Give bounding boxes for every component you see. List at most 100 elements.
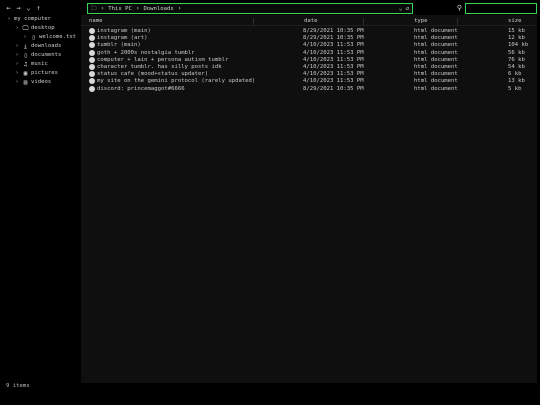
sidebar-item-label: music bbox=[31, 61, 48, 67]
file-date: 4/10/2023 11:53 PM bbox=[303, 71, 364, 78]
html-file-icon bbox=[89, 64, 95, 70]
column-divider[interactable] bbox=[253, 18, 254, 25]
chevron-right-icon[interactable]: › bbox=[14, 42, 20, 51]
html-file-icon bbox=[89, 28, 95, 34]
table-row[interactable]: instagram (main) 8/29/2021 10:35 PM html d… bbox=[81, 28, 537, 35]
sidebar-item-welcome-txt[interactable]: › ▯ welcome.txt bbox=[22, 33, 76, 42]
file-icon: ▯ bbox=[31, 34, 36, 41]
table-row[interactable]: character tumblr. has silly posts idk 4/1… bbox=[81, 64, 537, 71]
sidebar-item-label: downloads bbox=[31, 43, 62, 49]
file-type: html document bbox=[414, 85, 458, 92]
table-row[interactable]: status cafe (mood+status updater) 4/10/20… bbox=[81, 71, 537, 78]
file-date: 4/10/2023 11:53 PM bbox=[303, 56, 364, 63]
search-input[interactable] bbox=[465, 3, 537, 14]
sidebar-item-label: my computer bbox=[14, 16, 52, 22]
table-row[interactable]: computer + lain + persona autism tumblr 4… bbox=[81, 56, 537, 64]
file-name: instagram (art) bbox=[97, 35, 148, 42]
file-size: 76 kb bbox=[508, 56, 525, 63]
table-row[interactable]: instagram (art) 8/29/2021 10:35 PM html do… bbox=[81, 35, 537, 42]
file-type: html document bbox=[414, 49, 458, 56]
table-row[interactable]: discord: princemaggot#6666 8/29/2021 10:3… bbox=[81, 85, 537, 93]
document-icon: ▯ bbox=[23, 52, 28, 59]
file-size: 6 kb bbox=[508, 71, 522, 78]
chevron-right-icon: › bbox=[177, 5, 182, 12]
file-name: status cafe (mood+status updater) bbox=[97, 71, 209, 78]
column-header-name[interactable]: name bbox=[87, 17, 102, 26]
sidebar-item-videos[interactable]: › ▤ videos bbox=[14, 78, 51, 87]
back-icon[interactable]: ← bbox=[4, 4, 13, 13]
chevron-right-icon: › bbox=[135, 5, 140, 12]
folder-icon: 🗀 bbox=[91, 5, 97, 12]
sidebar-item-pictures[interactable]: › ▣ pictures bbox=[14, 69, 58, 78]
up-icon[interactable]: ↑ bbox=[34, 4, 43, 13]
file-size: 12 kb bbox=[508, 35, 525, 42]
file-type: html document bbox=[414, 64, 458, 70]
chevron-right-icon[interactable]: › bbox=[22, 33, 28, 42]
refresh-icon[interactable]: ↺ bbox=[405, 5, 409, 12]
file-date: 4/10/2023 11:53 PM bbox=[303, 64, 364, 70]
file-name: character tumblr. has silly posts idk bbox=[97, 64, 222, 70]
chevron-down-icon[interactable]: › bbox=[14, 24, 20, 33]
html-file-icon bbox=[89, 35, 95, 42]
html-file-icon bbox=[89, 56, 95, 63]
sidebar-item-label: desktop bbox=[31, 25, 55, 31]
chevron-right-icon[interactable]: › bbox=[14, 78, 20, 87]
html-file-icon bbox=[89, 78, 95, 85]
desktop-icon: 🖵 bbox=[22, 25, 29, 32]
column-header: name date type size bbox=[81, 17, 537, 26]
address-dropdown-icon[interactable]: ⌄ bbox=[399, 5, 403, 12]
chevron-right-icon: › bbox=[100, 5, 105, 12]
download-icon: ⤓ bbox=[24, 43, 27, 50]
file-date: 4/10/2023 11:53 PM bbox=[303, 49, 364, 56]
html-file-icon bbox=[89, 49, 95, 56]
file-name: instagram (main) bbox=[97, 28, 151, 34]
file-date: 8/29/2021 10:35 PM bbox=[303, 35, 364, 42]
sidebar-item-label: videos bbox=[31, 79, 52, 85]
sidebar-item-label: pictures bbox=[31, 70, 58, 76]
sidebar-item-music[interactable]: › ♫ music bbox=[14, 60, 48, 69]
file-name: discord: princemaggot#6666 bbox=[97, 85, 185, 92]
image-icon: ▣ bbox=[23, 70, 28, 77]
file-list-panel: name date type size instagram (main) 8/29… bbox=[81, 15, 537, 383]
file-date: 4/10/2023 11:53 PM bbox=[303, 78, 364, 85]
file-size: 56 kb bbox=[508, 49, 525, 56]
file-name: tumblr (main) bbox=[97, 42, 141, 49]
history-dropdown-icon[interactable]: ⌄ bbox=[24, 4, 33, 13]
sidebar-item-downloads[interactable]: › ⤓ downloads bbox=[14, 42, 61, 51]
address-bar[interactable]: 🗀 › This PC › Downloads › ⌄ ↺ bbox=[87, 3, 413, 14]
chevron-right-icon[interactable]: › bbox=[14, 51, 20, 60]
file-size: 54 kb bbox=[508, 64, 525, 70]
table-row[interactable]: tumblr (main) 4/10/2023 11:53 PM html docu… bbox=[81, 42, 537, 49]
video-icon: ▤ bbox=[23, 79, 28, 86]
sidebar-item-documents[interactable]: › ▯ documents bbox=[14, 51, 61, 60]
column-header-type[interactable]: type bbox=[412, 17, 427, 26]
table-row[interactable]: goth + 2000s nostalgia tumblr 4/10/2023 1… bbox=[81, 49, 537, 57]
sidebar-item-label: documents bbox=[31, 52, 62, 58]
file-name: goth + 2000s nostalgia tumblr bbox=[97, 49, 195, 56]
table-row[interactable]: my site on the gemini protocol (rarely u… bbox=[81, 78, 537, 85]
forward-icon[interactable]: → bbox=[14, 4, 23, 13]
column-divider[interactable] bbox=[363, 18, 364, 25]
chevron-right-icon[interactable]: › bbox=[14, 60, 20, 69]
html-file-icon bbox=[89, 42, 95, 49]
music-icon: ♫ bbox=[23, 61, 28, 68]
chevron-right-icon[interactable]: › bbox=[14, 69, 20, 78]
chevron-right-icon[interactable]: › bbox=[6, 15, 12, 24]
column-header-size[interactable]: size bbox=[506, 17, 521, 26]
file-date: 8/29/2021 10:35 PM bbox=[303, 85, 364, 92]
breadcrumb-downloads[interactable]: Downloads bbox=[143, 6, 173, 12]
file-date: 4/10/2023 11:53 PM bbox=[303, 42, 364, 49]
file-type: html document bbox=[414, 78, 458, 85]
column-divider[interactable] bbox=[457, 18, 458, 25]
file-type: html document bbox=[414, 71, 458, 78]
sidebar-item-desktop[interactable]: › 🖵 desktop bbox=[14, 24, 55, 33]
file-size: 5 kb bbox=[508, 85, 522, 92]
sidebar-item-my-computer[interactable]: › my computer bbox=[6, 15, 51, 24]
breadcrumb-this-pc[interactable]: This PC bbox=[108, 6, 132, 12]
file-type: html document bbox=[414, 42, 458, 49]
html-file-icon bbox=[89, 71, 95, 78]
search-icon: ⚲ bbox=[456, 4, 463, 12]
column-header-date[interactable]: date bbox=[302, 17, 317, 26]
file-name: computer + lain + persona autism tumblr bbox=[97, 56, 229, 63]
status-item-count: 9 items bbox=[6, 383, 30, 389]
